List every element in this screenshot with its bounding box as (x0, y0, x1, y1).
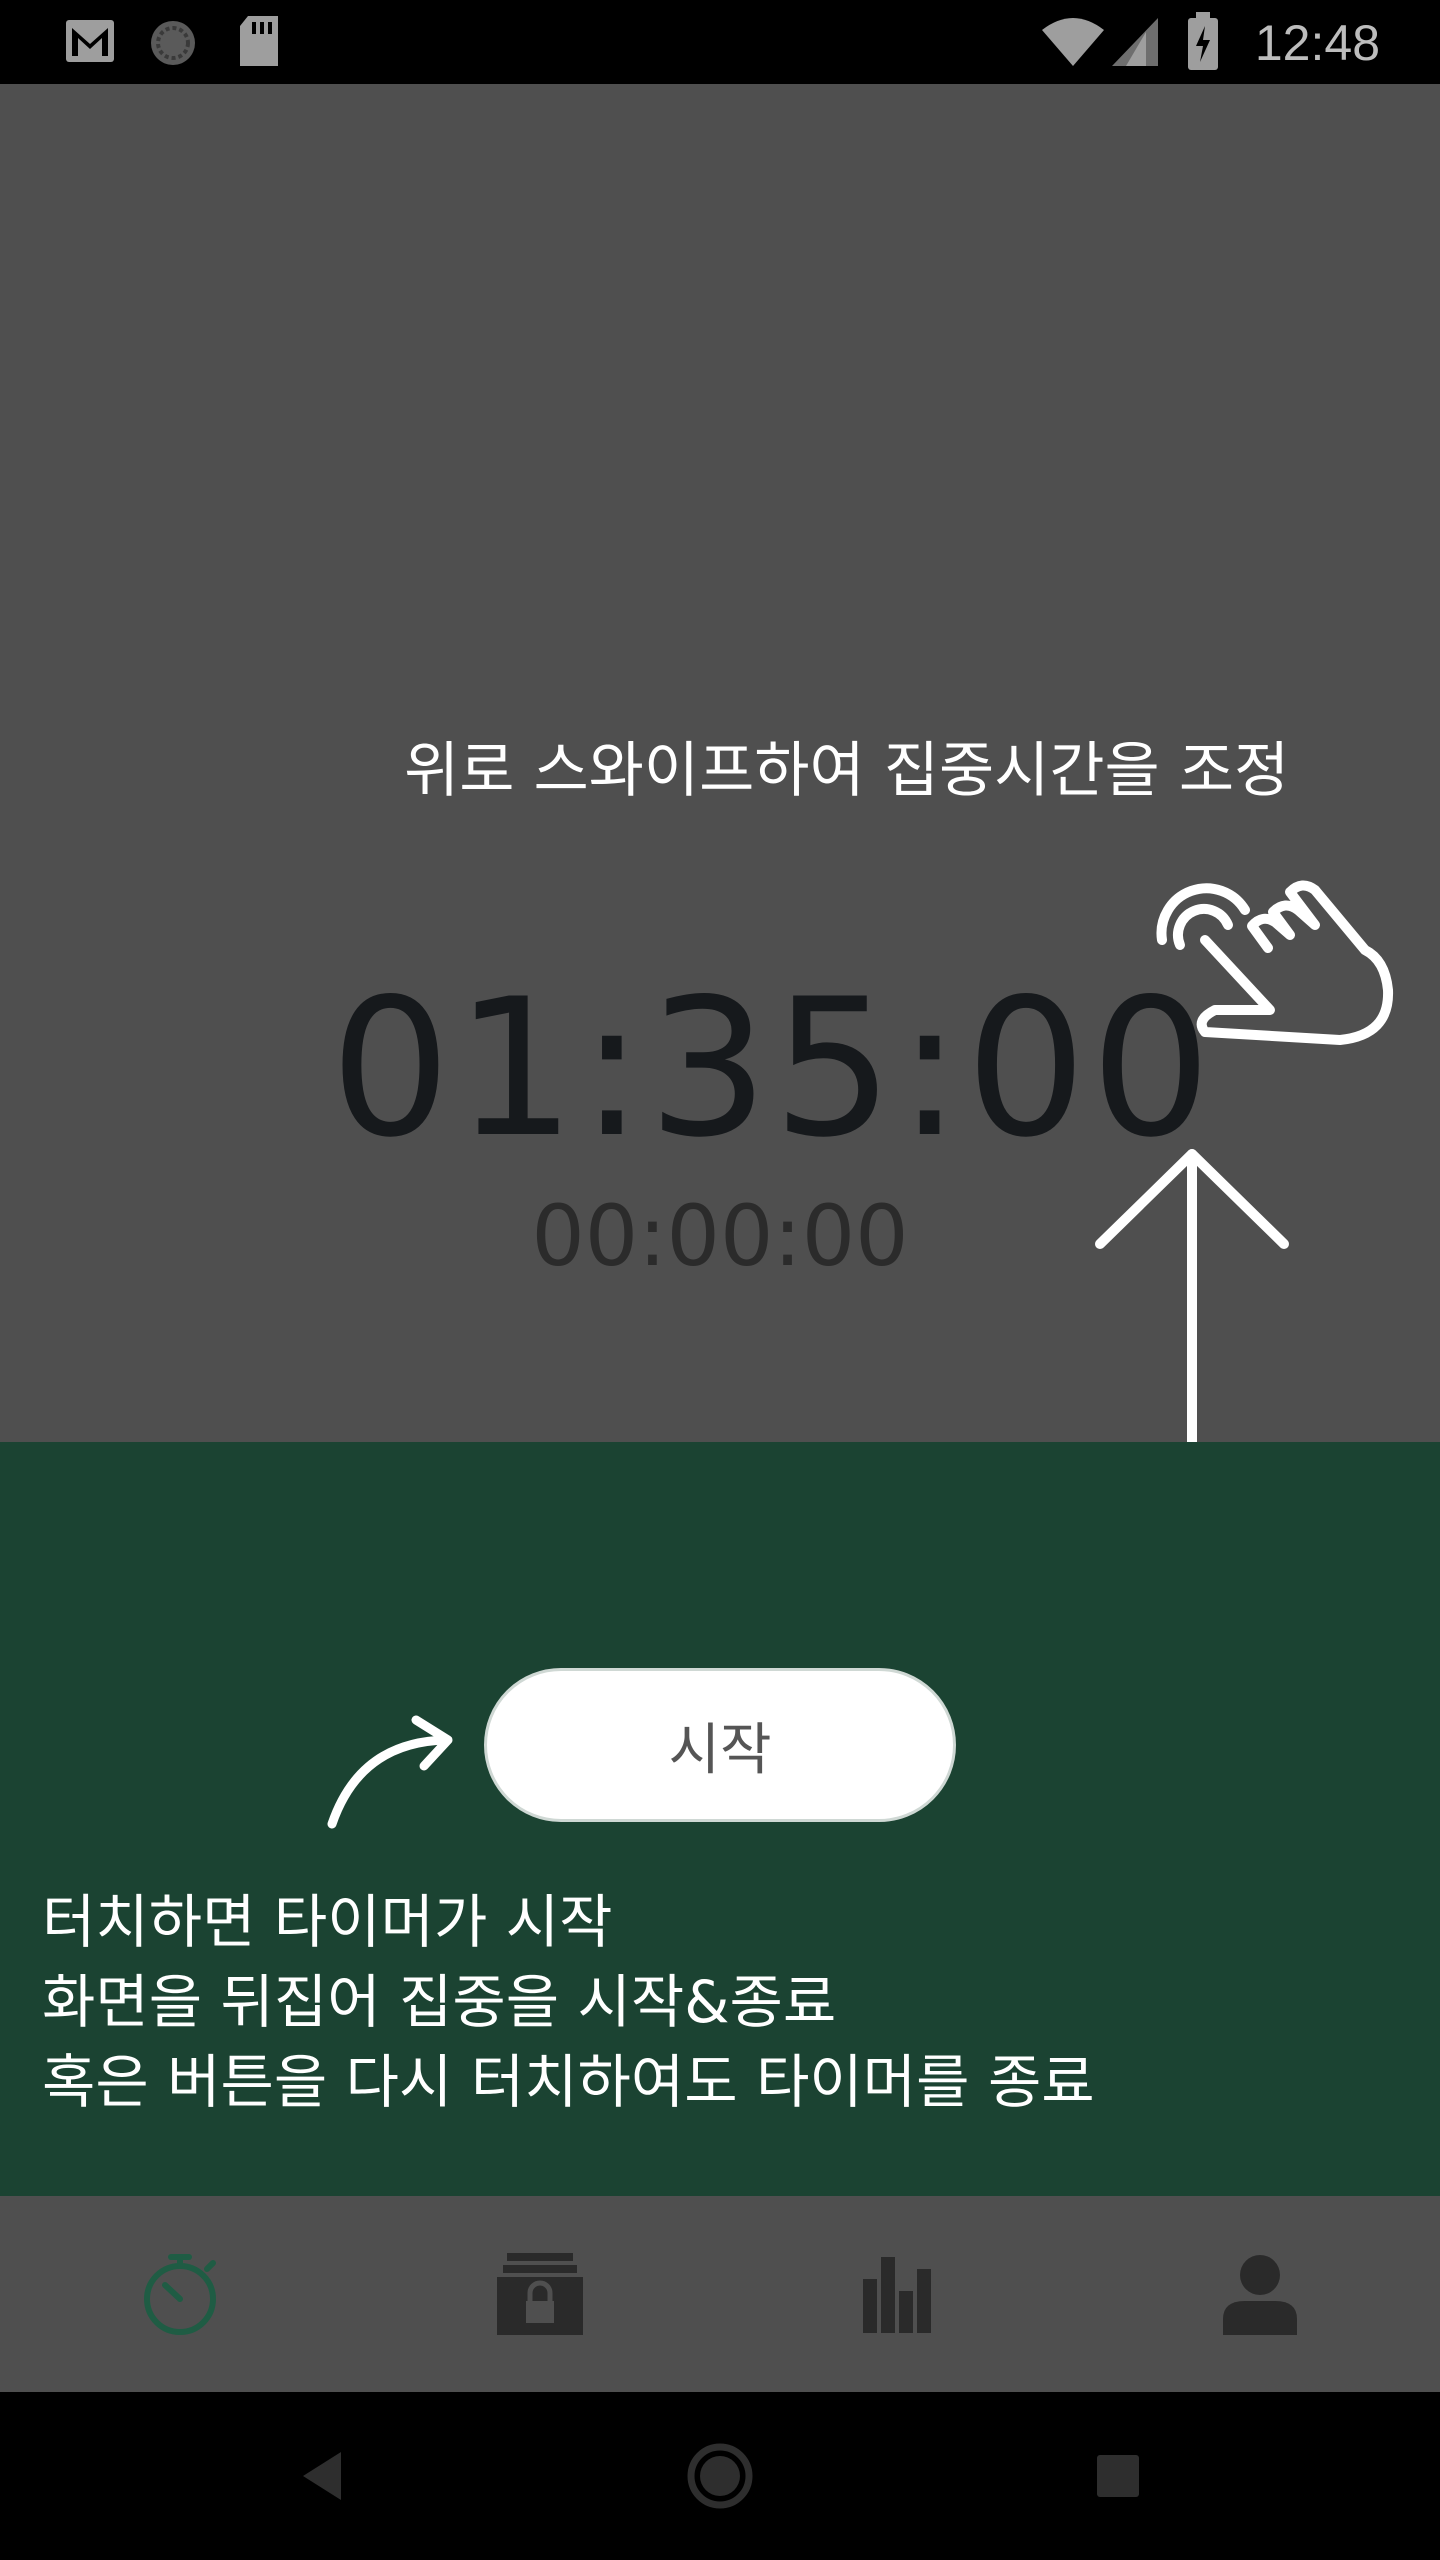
touch-hint-line: 터치하면 타이머가 시작 (42, 1888, 613, 1956)
curved-arrow-icon (327, 1715, 453, 1829)
system-nav-bar (0, 2392, 1440, 2560)
start-panel: 시작 터치하면 타이머가 시작 화면을 뒤집어 집중을 시작&종료 혹은 버튼을… (0, 1442, 1440, 2196)
home-icon (687, 2443, 753, 2509)
touch-hint-text: 터치하면 타이머가 시작 화면을 뒤집어 집중을 시작&종료 혹은 버튼을 다시… (42, 1882, 1095, 2122)
home-button[interactable] (620, 2392, 820, 2560)
back-icon (303, 2452, 341, 2500)
sd-card-icon (240, 16, 278, 66)
touch-hint-line: 화면을 뒤집어 집중을 시작&종료 (42, 1968, 837, 2036)
lock-box-icon (497, 2253, 583, 2335)
wifi-icon (1042, 18, 1104, 66)
bottom-nav (0, 2196, 1440, 2392)
nav-item-profile[interactable] (1080, 2196, 1440, 2392)
start-button[interactable]: 시작 (484, 1668, 956, 1822)
recents-button[interactable] (1018, 2392, 1218, 2560)
status-bar: 12:48 (0, 0, 1440, 84)
nav-item-statistics[interactable] (720, 2196, 1080, 2392)
recents-icon (1097, 2455, 1139, 2497)
timer-area[interactable]: 위로 스와이프하여 집중시간을 조정 01:35:00 00:00:00 (0, 84, 1440, 1809)
gmail-icon (66, 20, 114, 62)
back-button[interactable] (222, 2392, 422, 2560)
battery-charging-icon (1188, 12, 1218, 70)
touch-hint-line: 혹은 버튼을 다시 터치하여도 타이머를 종료 (42, 2048, 1095, 2116)
cell-signal-icon (1112, 18, 1158, 66)
profile-icon (1223, 2255, 1297, 2335)
swipe-hint-text: 위로 스와이프하여 집중시간을 조정 (404, 736, 1290, 806)
status-time: 12:48 (1254, 15, 1380, 71)
stopwatch-icon (144, 2254, 216, 2335)
main-timer: 01:35:00 (330, 958, 1216, 1179)
elapsed-timer: 00:00:00 (531, 1187, 909, 1285)
nav-item-timer[interactable] (0, 2196, 360, 2392)
sync-icon (151, 21, 195, 65)
bar-chart-icon (863, 2257, 931, 2333)
nav-item-lock-box[interactable] (360, 2196, 720, 2392)
